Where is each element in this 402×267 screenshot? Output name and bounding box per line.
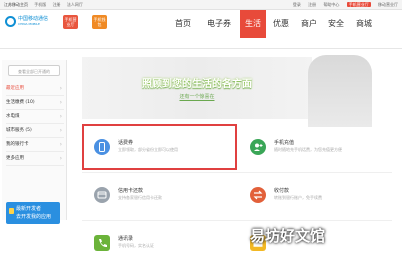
sidebar-item-label: 城市服务 (5) xyxy=(6,128,32,133)
sidebar: 查看全部已开通的 最近应用 › 生活缴费 (10) › 水电煤 › 城市服务 (… xyxy=(2,60,67,224)
row-divider xyxy=(82,172,392,173)
sidebar-item-recent[interactable]: 最近应用 › xyxy=(6,82,64,96)
topbar-link-service-hall[interactable]: 移动营业厅 xyxy=(378,2,398,7)
sidebar-item-cards[interactable]: 我的银行卡 › xyxy=(6,138,64,152)
topbar-link-login[interactable]: 登录 xyxy=(293,2,301,7)
china-mobile-logo[interactable]: 中国移动通信 CHINA MOBILE xyxy=(5,14,48,30)
nav-tab-merchants[interactable]: 商户 xyxy=(296,10,322,38)
card-desc: 支持各家银行信用卡还款 xyxy=(118,195,162,200)
sidebar-item-city[interactable]: 城市服务 (5) › xyxy=(6,124,64,138)
chevron-right-icon: › xyxy=(59,85,62,92)
nav-tab-security[interactable]: 安全 xyxy=(324,10,348,38)
top-utility-bar: 江苏移动主页 手机版 注册 法人网厅 登录 注册 帮助中心 手机营业厅 移动营业… xyxy=(0,0,402,10)
chevron-right-icon: › xyxy=(59,113,62,120)
developer-promo-button[interactable]: 最新开发者 去开发我的应用 xyxy=(6,202,60,224)
row-divider xyxy=(82,220,392,221)
chevron-right-icon: › xyxy=(59,155,62,162)
sidebar-item-label: 水电煤 xyxy=(6,114,20,119)
watermark-text: 易坊好文馆 xyxy=(250,227,326,245)
nav-tab-life[interactable]: 生活 xyxy=(240,10,266,38)
nav-tab-mall[interactable]: 商城 xyxy=(350,10,378,38)
logo-mark-icon xyxy=(5,16,16,27)
topbar-brand-link[interactable]: 江苏移动主页 xyxy=(4,2,28,7)
credit-card-icon xyxy=(94,187,110,203)
sidebar-search-box[interactable]: 查看全部已开通的 xyxy=(8,65,60,76)
service-card-contacts[interactable]: 通讯录 手机号码，实名认证 xyxy=(84,224,234,262)
banner-figure-image xyxy=(308,55,372,127)
sidebar-item-label: 我的银行卡 xyxy=(6,142,29,147)
user-plus-icon xyxy=(250,139,266,155)
banner-sub-link[interactable]: 还有一个惊喜在 xyxy=(179,93,215,101)
mobile-hall-tag[interactable]: 手机营业厅 xyxy=(63,15,78,29)
shopping-bag-icon xyxy=(9,208,14,214)
card-title: 收付款 xyxy=(274,188,290,194)
sidebar-item-label: 最近应用 xyxy=(6,86,24,91)
card-desc: 随时随地充手机话费，为您充值更方便 xyxy=(274,147,342,152)
topbar-link-help[interactable]: 帮助中心 xyxy=(323,2,339,7)
selection-highlight-box xyxy=(82,124,237,170)
nav-tab-coupons[interactable]: 电子券 xyxy=(200,10,238,38)
sidebar-item-more[interactable]: 更多应用 › xyxy=(6,152,64,166)
service-card-recharge[interactable]: 手机充值 随时随地充手机话费，为您充值更方便 xyxy=(240,128,390,166)
phone-icon xyxy=(94,235,110,251)
promo-line2: 去开发我的应用 xyxy=(16,214,52,220)
logo-subtitle: CHINA MOBILE xyxy=(18,22,40,26)
card-desc: 手机号码，实名认证 xyxy=(118,243,154,248)
mobile-wallet-tag[interactable]: 手机钱包 xyxy=(92,15,107,29)
topbar-link-mobile-hall[interactable]: 手机营业厅 xyxy=(346,2,371,7)
card-title: 手机充值 xyxy=(274,140,295,146)
topbar-link-enterprise[interactable]: 法人网厅 xyxy=(67,2,83,7)
chevron-right-icon: › xyxy=(59,99,62,106)
sidebar-item-utilities[interactable]: 水电煤 › xyxy=(6,110,64,124)
topbar-link-mobile[interactable]: 手机版 xyxy=(34,2,46,7)
service-card-credit-card[interactable]: 信用卡还款 支持各家银行信用卡还款 xyxy=(84,176,234,214)
nav-tab-offers[interactable]: 优惠 xyxy=(268,10,294,38)
banner-slogan: 照顾到您的生活的各方面 xyxy=(142,79,252,90)
card-desc: 转账到银行账户，免手续费 xyxy=(274,195,322,200)
hero-banner[interactable]: 照顾到您的生活的各方面 还有一个惊喜在 xyxy=(82,55,372,127)
nav-tab-home[interactable]: 首页 xyxy=(168,10,198,38)
service-card-transfer[interactable]: 收付款 转账到银行账户，免手续费 xyxy=(240,176,390,214)
logo-title: 中国移动通信 xyxy=(18,16,49,22)
sidebar-item-label: 生活缴费 (10) xyxy=(6,100,35,105)
topbar-link-signup[interactable]: 注册 xyxy=(308,2,316,7)
promo-line1: 最新开发者 xyxy=(16,206,42,212)
topbar-link-register[interactable]: 注册 xyxy=(53,2,61,7)
sidebar-item-label: 更多应用 xyxy=(6,156,24,161)
transfer-icon xyxy=(250,187,266,203)
chevron-right-icon: › xyxy=(59,127,62,134)
chevron-right-icon: › xyxy=(59,141,62,148)
card-title: 信用卡还款 xyxy=(118,188,144,194)
sidebar-item-bills[interactable]: 生活缴费 (10) › xyxy=(6,96,64,110)
card-title: 通讯录 xyxy=(118,236,134,242)
